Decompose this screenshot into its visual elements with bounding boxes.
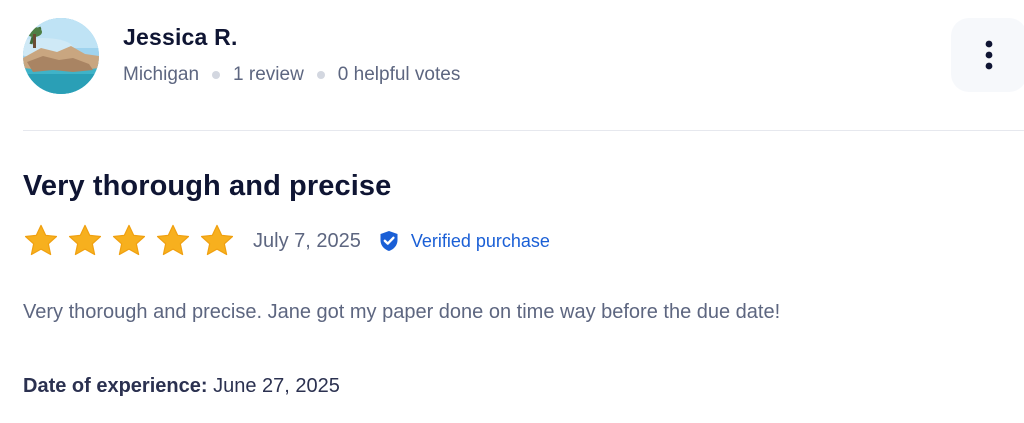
star-icon [112,224,146,256]
verified-purchase-badge[interactable]: Verified purchase [379,230,550,252]
date-of-experience: Date of experience: June 27, 2025 [23,375,340,398]
section-divider [23,130,1024,131]
star-icon [68,224,102,256]
reviewer-review-count: 1 review [233,64,304,85]
verified-purchase-label: Verified purchase [410,230,550,251]
experience-date: June 27, 2025 [213,375,340,397]
review-card: Jessica R. Michigan 1 review 0 helpful v… [0,0,1024,423]
reviewer-header: Jessica R. Michigan 1 review 0 helpful v… [23,18,1024,94]
star-icon [24,224,58,256]
reviewer-name[interactable]: Jessica R. [123,24,238,51]
avatar[interactable] [23,18,99,94]
meta-separator-dot [316,71,325,79]
avatar-image [23,18,99,94]
star-rating [23,223,243,259]
review-title: Very thorough and precise [23,170,392,202]
star-icon [156,224,190,256]
review-date: July 7, 2025 [253,229,361,252]
meta-separator-dot [212,71,221,79]
reviewer-location: Michigan [123,64,200,85]
more-options-button[interactable] [951,18,1024,92]
star-icon [200,224,234,256]
reviewer-meta: Michigan 1 review 0 helpful votes [123,64,460,86]
rating-row: July 7, 2025 Verified purchase [23,221,550,261]
shield-check-icon [380,231,398,251]
review-body: Very thorough and precise. Jane got my p… [23,301,781,323]
more-vertical-icon [985,40,993,70]
reviewer-helpful-votes: 0 helpful votes [337,64,461,85]
experience-label: Date of experience: [23,375,208,397]
